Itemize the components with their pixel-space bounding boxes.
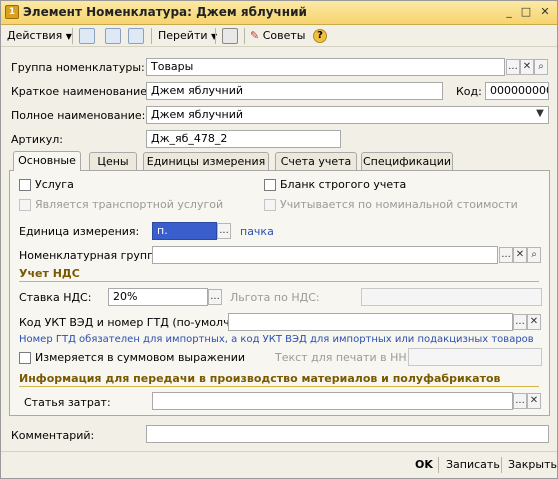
bottom-bar: OK Записать Закрыть	[1, 451, 557, 478]
nomenclature-group-field[interactable]	[152, 246, 498, 264]
toolbar-separator	[244, 28, 245, 44]
uktved-label: Код УКТ ВЭД и номер ГТД (по-умолч.):	[19, 316, 242, 329]
print-text-field[interactable]	[408, 348, 542, 366]
copy-icon[interactable]	[128, 28, 144, 44]
print-text-label: Текст для печати в НН:	[275, 351, 411, 364]
unit-link[interactable]: пачка	[240, 225, 274, 238]
transport-label: Является транспортной услугой	[35, 198, 224, 211]
section-divider	[19, 281, 539, 282]
sum-checkbox[interactable]	[19, 352, 31, 364]
chevron-down-icon[interactable]: ▼	[533, 107, 547, 123]
tab-main[interactable]: Основные	[13, 151, 81, 171]
section-divider	[19, 386, 539, 387]
actions-menu[interactable]: Действия ▼	[7, 28, 72, 44]
tips-label: Советы	[262, 29, 306, 42]
select-button[interactable]: ...	[513, 393, 527, 409]
sum-label: Измеряется в суммовом выражении	[35, 351, 246, 364]
production-section-title: Информация для передачи в производство м…	[19, 372, 501, 385]
tab-accounts[interactable]: Счета учета	[275, 152, 357, 170]
cost-item-label: Статья затрат:	[24, 396, 111, 409]
chevron-down-icon: ▼	[65, 32, 72, 41]
toolbar-separator	[215, 28, 216, 44]
select-button[interactable]: ...	[208, 289, 222, 305]
save-button[interactable]: Записать	[446, 458, 500, 471]
transport-checkbox[interactable]	[19, 199, 31, 211]
full-name-label: Полное наименование:	[11, 109, 146, 122]
toolbar-separator	[151, 28, 152, 44]
cost-item-field[interactable]	[152, 392, 513, 410]
clear-icon[interactable]: ✕	[527, 314, 541, 330]
unit-label: Единица измерения:	[19, 225, 140, 238]
goto-menu[interactable]: Перейти ▼	[158, 28, 217, 44]
select-button[interactable]: ...	[499, 247, 513, 263]
article-field[interactable]: Дж_яб_478_2	[146, 130, 341, 148]
clear-icon[interactable]: ✕	[520, 59, 534, 75]
tab-units[interactable]: Единицы измерения	[143, 152, 269, 170]
maximize-button[interactable]: □	[518, 5, 534, 20]
group-label: Группа номенклатуры:	[11, 61, 145, 74]
comment-field[interactable]	[146, 425, 549, 443]
title-bar: 1 Элемент Номенклатура: Джем яблучний _ …	[1, 1, 557, 25]
window-title: Элемент Номенклатура: Джем яблучний	[23, 5, 307, 19]
tab-specifications[interactable]: Спецификации	[361, 152, 453, 170]
search-icon[interactable]: ⌕	[534, 59, 548, 75]
tab-panel-main: Услуга Является транспортной услугой Бла…	[9, 170, 550, 416]
service-label: Услуга	[35, 178, 74, 191]
ok-button[interactable]: OK	[415, 458, 433, 471]
clear-icon[interactable]: ✕	[527, 393, 541, 409]
vat-section-title: Учет НДС	[19, 267, 80, 280]
select-button[interactable]: ...	[506, 59, 520, 75]
nominal-checkbox[interactable]	[264, 199, 276, 211]
goto-label: Перейти	[158, 29, 208, 42]
search-icon[interactable]: ⌕	[527, 247, 541, 263]
short-name-field[interactable]: Джем яблучний	[146, 82, 443, 100]
help-icon[interactable]: ?	[313, 29, 327, 43]
toolbar-separator	[72, 28, 73, 44]
window: 1 Элемент Номенклатура: Джем яблучний _ …	[0, 0, 558, 479]
full-name-field[interactable]: Джем яблучний	[146, 106, 549, 124]
nominal-label: Учитывается по номинальной стоимости	[280, 198, 518, 211]
clear-icon[interactable]: ✕	[513, 247, 527, 263]
tips-button[interactable]: ✎ Советы	[250, 28, 305, 44]
list-icon[interactable]	[105, 28, 121, 44]
tab-prices[interactable]: Цены	[89, 152, 137, 170]
group-field[interactable]: Товары	[146, 58, 505, 76]
code-label: Код:	[456, 85, 482, 98]
strict-blank-checkbox[interactable]	[264, 179, 276, 191]
structure-icon[interactable]	[222, 28, 238, 44]
button-separator	[438, 457, 439, 473]
uktved-field[interactable]	[228, 313, 513, 331]
code-field[interactable]: 000000000	[485, 82, 549, 100]
comment-label: Комментарий:	[11, 429, 95, 442]
article-label: Артикул:	[11, 133, 63, 146]
actions-label: Действия	[7, 29, 63, 42]
close-window-button[interactable]: ✕	[537, 5, 553, 20]
service-checkbox[interactable]	[19, 179, 31, 191]
unit-field[interactable]: п.	[152, 222, 217, 240]
close-button[interactable]: Закрыть	[508, 458, 557, 471]
nomenclature-group-label: Номенклатурная группа:	[19, 249, 165, 262]
app-icon: 1	[5, 5, 19, 19]
strict-blank-label: Бланк строгого учета	[280, 178, 407, 191]
save-icon[interactable]	[79, 28, 95, 44]
short-name-label: Краткое наименование:	[11, 85, 151, 98]
tips-icon: ✎	[250, 29, 260, 42]
toolbar: Действия ▼ Перейти ▼ ✎ Советы ?	[1, 25, 557, 47]
select-button[interactable]: ...	[217, 223, 231, 239]
select-button[interactable]: ...	[513, 314, 527, 330]
uktved-hint: Номер ГТД обязателен для импортных, а ко…	[19, 334, 534, 345]
vat-benefit-label: Льгота по НДС:	[230, 291, 320, 304]
vat-rate-label: Ставка НДС:	[19, 291, 92, 304]
minimize-button[interactable]: _	[501, 5, 517, 20]
vat-benefit-field[interactable]	[361, 288, 542, 306]
vat-rate-field[interactable]: 20%	[108, 288, 208, 306]
button-separator	[501, 457, 502, 473]
